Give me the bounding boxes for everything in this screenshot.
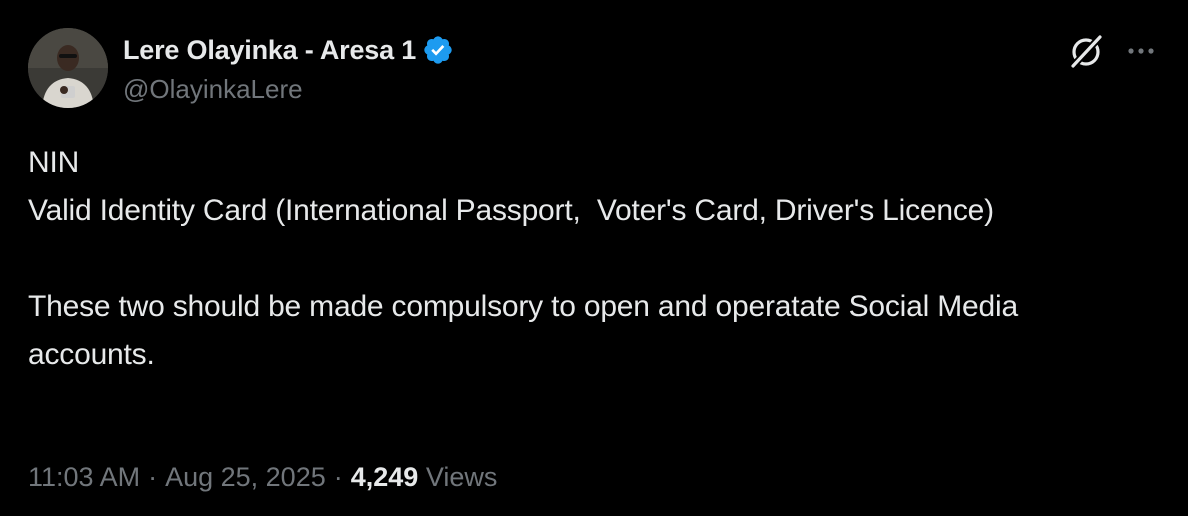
tweet-text: NIN Valid Identity Card (International P… bbox=[28, 139, 1138, 379]
separator: · bbox=[148, 462, 158, 492]
paragraph-break bbox=[28, 235, 1138, 283]
author-block: Lere Olayinka - Aresa 1 @OlayinkaLere bbox=[123, 32, 454, 105]
tweet-text-line: These two should be made compulsory to o… bbox=[28, 290, 1027, 371]
separator: · bbox=[333, 462, 343, 492]
avatar[interactable] bbox=[28, 28, 108, 108]
avatar-image bbox=[28, 28, 108, 108]
timestamp-time[interactable]: 11:03 AM bbox=[28, 462, 140, 492]
tweet-meta: 11:03 AM · Aug 25, 2025 · 4,249 Views bbox=[28, 462, 497, 493]
display-name[interactable]: Lere Olayinka - Aresa 1 bbox=[123, 35, 416, 66]
tweet: Lere Olayinka - Aresa 1 @OlayinkaLere NI… bbox=[0, 0, 1188, 516]
tweet-text-line: NIN bbox=[28, 146, 80, 179]
more-options-icon[interactable] bbox=[1124, 38, 1158, 64]
views-label: Views bbox=[425, 462, 498, 492]
timestamp-date[interactable]: Aug 25, 2025 bbox=[165, 462, 326, 492]
views-count[interactable]: 4,249 bbox=[351, 462, 419, 492]
handle[interactable]: @OlayinkaLere bbox=[123, 74, 454, 105]
tweet-text-line: Valid Identity Card (International Passp… bbox=[28, 194, 994, 227]
verified-badge-icon bbox=[422, 34, 454, 66]
name-row: Lere Olayinka - Aresa 1 bbox=[123, 32, 454, 68]
grok-icon[interactable] bbox=[1066, 32, 1106, 72]
